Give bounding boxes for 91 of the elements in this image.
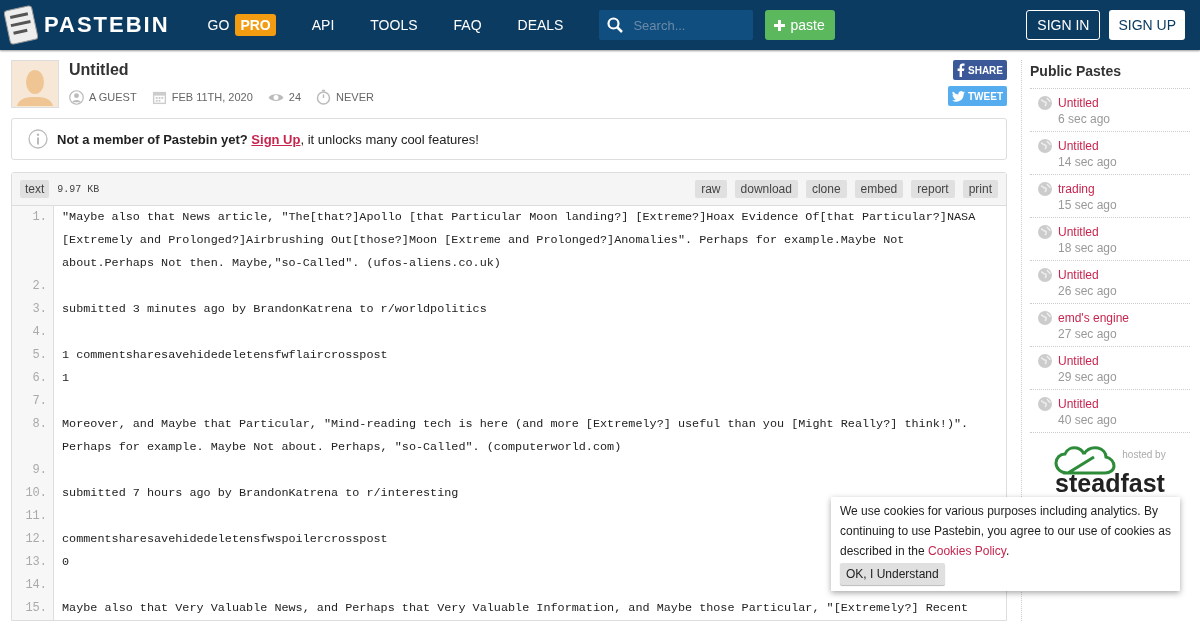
paste-time: 26 sec ago: [1058, 283, 1117, 299]
paste-title: Untitled: [69, 61, 130, 79]
sign-up-button[interactable]: SIGN UP: [1109, 10, 1185, 40]
line-number: 1.: [12, 206, 54, 275]
globe-icon: [1038, 139, 1052, 153]
paste-time: 14 sec ago: [1058, 154, 1117, 170]
paste-link[interactable]: Untitled: [1058, 95, 1111, 111]
paste-time: 29 sec ago: [1058, 369, 1117, 385]
code-line: commentsharesavehidedeletensfwspoilercrosspost: [61, 531, 389, 548]
eye-icon: [267, 91, 284, 103]
nav-link[interactable]: FAQ: [453, 17, 482, 33]
globe-icon: [1038, 96, 1052, 110]
author-text: A GUEST: [89, 91, 137, 103]
accept-cookies-button[interactable]: OK, I Understand: [840, 563, 945, 585]
expiry-text: NEVER: [336, 91, 374, 103]
nav-link[interactable]: DEALS: [517, 17, 564, 33]
code-action-button[interactable]: raw: [695, 180, 727, 198]
line-number: 11.: [12, 505, 54, 528]
calendar-icon: [151, 89, 167, 105]
share-button[interactable]: SHARE: [953, 60, 1007, 80]
code-action-button[interactable]: clone: [805, 180, 847, 198]
line-number: 2.: [12, 275, 54, 298]
nav-link[interactable]: API: [311, 17, 335, 33]
code-line: "Maybe also that News article, "The[that?]Apollo [that Particular Moon landing?] [Extreme?]Hoax Evidence Of[that Particular?]NASA [Extremely and Prolonged?]Airbrushing Out[those?]Moon [Extreme and Prolonged?]Anomalies". Perhaps for example.Maybe Not about.Perhaps Not then. Maybe,"so-Called". (ufos-aliens.co.uk): [61, 209, 977, 272]
code-line: submitted 7 hours ago by BrandonKatrena to r/interesting: [61, 485, 460, 502]
facebook-icon: [957, 63, 965, 77]
line-number: 3.: [12, 298, 54, 321]
cloud-icon: [1054, 445, 1117, 475]
search-field[interactable]: Search...: [599, 10, 754, 40]
line-number: 5.: [12, 344, 54, 367]
code-line: 0: [61, 554, 71, 571]
paste-time: 15 sec ago: [1058, 197, 1117, 213]
logo-text[interactable]: PASTEBIN: [44, 12, 170, 38]
paste-link[interactable]: Untitled: [1058, 353, 1117, 369]
bird-icon: [952, 90, 965, 102]
info-icon: [28, 129, 48, 149]
line-number: 4.: [12, 321, 54, 344]
code-line: submitted 3 minutes ago by BrandonKatrena to r/worldpolitics: [61, 301, 488, 318]
globe-icon: [1038, 225, 1052, 239]
pro-badge: PRO: [235, 14, 276, 36]
globe-icon: [1038, 311, 1052, 325]
search-icon: [607, 17, 624, 33]
globe-icon: [1038, 354, 1052, 368]
code-action-button[interactable]: download: [734, 180, 798, 198]
paste-time: 40 sec ago: [1058, 412, 1117, 428]
code-action-button[interactable]: print: [962, 180, 998, 198]
paste-link[interactable]: emd's engine: [1058, 310, 1129, 326]
line-number: 7.: [12, 390, 54, 413]
nav-link[interactable]: GO PRO: [207, 14, 276, 36]
cookies-policy-link[interactable]: Cookies Policy: [928, 544, 1006, 558]
user-icon: [69, 89, 84, 105]
avatar-silhouette: [11, 60, 59, 108]
line-number: 8.: [12, 413, 54, 459]
line-number: 15.: [12, 597, 54, 620]
paste-link[interactable]: Untitled: [1058, 224, 1117, 240]
line-number: 13.: [12, 551, 54, 574]
paste-time: 6 sec ago: [1058, 111, 1111, 127]
code-line: 1 commentsharesavehidedeletensfwflaircrosspost: [61, 347, 389, 364]
globe-icon: [1038, 182, 1052, 196]
file-size: 9.97 KB: [57, 183, 100, 195]
date-text: FEB 11TH, 2020: [171, 91, 253, 103]
sidebar-title: Public Pastes: [1030, 60, 1190, 89]
stopwatch-icon: [316, 89, 332, 105]
syntax-tag: text: [20, 180, 50, 198]
views-count: 24: [288, 91, 302, 103]
code-line: 1: [61, 370, 71, 387]
globe-icon: [1038, 268, 1052, 282]
plus-icon: [773, 18, 787, 32]
line-number: 12.: [12, 528, 54, 551]
code-line: Moreover, and Maybe that Particular, "Mind-reading tech is here (and more [Extremely?] useful than you [Might Really?] think!)". Perhaps for example. Maybe Not about. Perhaps, "so-Called". (computerworld.com): [61, 416, 970, 456]
notice-text: Not a member of Pastebin yet? Sign Up, it unlocks many cool features!: [57, 131, 479, 147]
paste-time: 27 sec ago: [1058, 326, 1118, 342]
paste-link[interactable]: Untitled: [1058, 138, 1117, 154]
paste-link[interactable]: Untitled: [1058, 396, 1117, 412]
code-action-button[interactable]: report: [911, 180, 955, 198]
sponsor-logo-text[interactable]: steadfast: [1055, 471, 1165, 495]
line-number: 10.: [12, 482, 54, 505]
code-line: Maybe also that Very Valuable News, and Perhaps that Very Valuable Information, and Maybe those Particular, "[Extremely?] Recent: [61, 600, 970, 617]
code-action-button[interactable]: embed: [854, 180, 904, 198]
hosted-by-label: hosted by: [1122, 449, 1166, 460]
line-number: 14.: [12, 574, 54, 597]
logo-icon: [4, 5, 38, 45]
paste-link[interactable]: Untitled: [1058, 267, 1117, 283]
paste-time: 18 sec ago: [1058, 240, 1117, 256]
nav-link[interactable]: TOOLS: [370, 17, 418, 33]
line-number: 6.: [12, 367, 54, 390]
globe-icon: [1038, 397, 1052, 411]
cookie-text: We use cookies for various purposes including analytics. By continuing to use Pastebin, you agree to our use of cookies as described in the Cookies Policy.: [840, 503, 1172, 560]
paste-link[interactable]: trading: [1058, 181, 1117, 197]
sign-in-button[interactable]: SIGN IN: [1026, 10, 1101, 40]
line-number: 9.: [12, 459, 54, 482]
